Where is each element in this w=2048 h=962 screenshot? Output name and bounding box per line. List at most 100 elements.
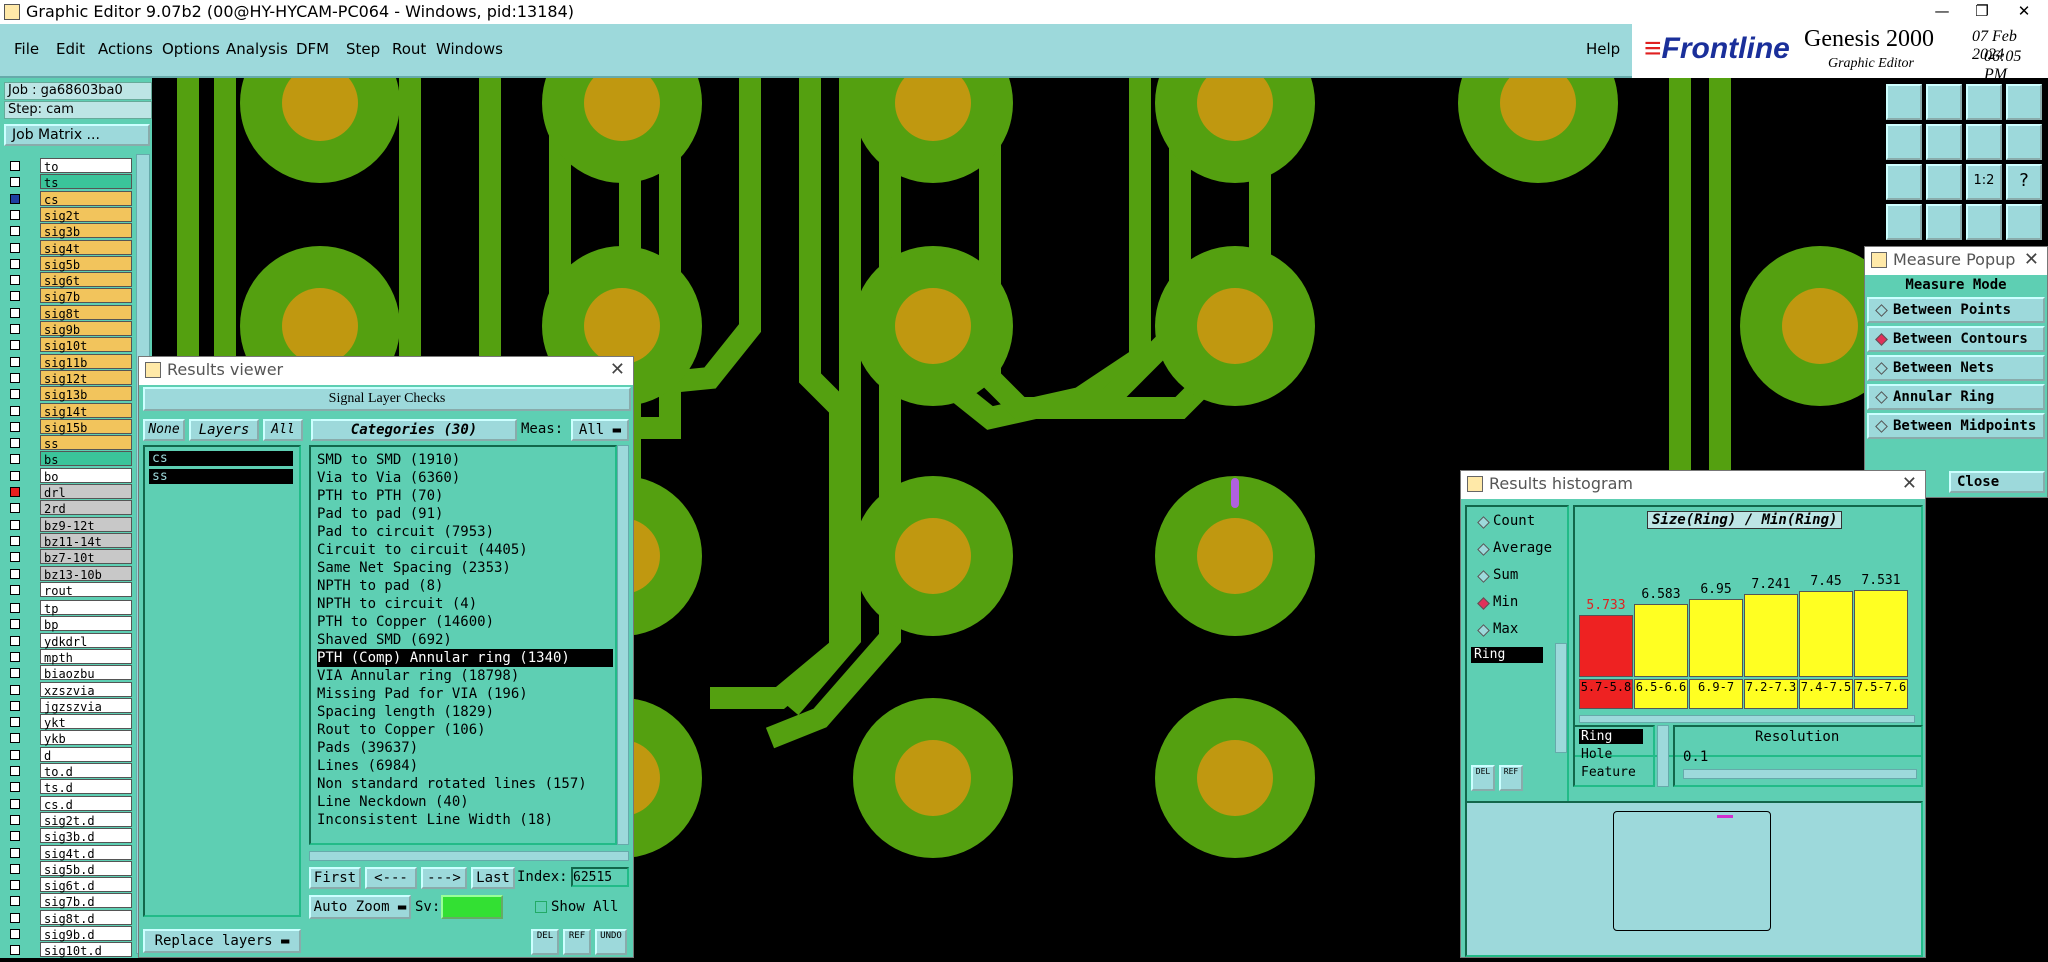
zoom-in-icon[interactable] <box>1926 84 1962 120</box>
layer-row[interactable]: bs <box>8 451 132 467</box>
measure-mode-option[interactable]: Between Contours <box>1867 326 2045 352</box>
layer-row[interactable]: sig10t.d <box>8 942 132 958</box>
layer-checkbox[interactable] <box>10 242 20 253</box>
meas-dropdown[interactable]: All ▬ <box>571 419 629 441</box>
layer-row[interactable]: biaozbu <box>8 665 132 681</box>
layer-checkbox[interactable] <box>10 535 20 546</box>
layer-checkbox[interactable] <box>10 929 20 939</box>
layer-checkbox[interactable] <box>10 749 20 760</box>
layer-checkbox[interactable] <box>10 584 20 595</box>
category-item[interactable]: Pads (39637) <box>317 739 418 757</box>
layer-row[interactable]: sig4t.d <box>8 844 132 861</box>
layer-checkbox[interactable] <box>10 356 20 367</box>
field-selected[interactable]: Ring <box>1471 647 1543 663</box>
category-item[interactable]: VIA Annular ring (18798) <box>317 667 519 685</box>
category-item[interactable]: Rout to Copper (106) <box>317 721 486 739</box>
layer-checkbox[interactable] <box>10 552 20 563</box>
layer-checkbox[interactable] <box>10 209 20 220</box>
menu-windows[interactable]: Windows <box>436 40 503 58</box>
category-item[interactable]: Pad to pad (91) <box>317 505 443 523</box>
layer-row[interactable]: sig5b.d <box>8 860 132 877</box>
attr-list[interactable]: Ring Hole Feature <box>1573 725 1655 787</box>
layer-checkbox[interactable] <box>10 503 20 514</box>
layer-checkbox[interactable] <box>10 863 20 874</box>
layer-checkbox[interactable] <box>10 340 20 351</box>
layers-button[interactable]: Layers <box>189 419 259 441</box>
maximize-button[interactable]: ❐ <box>1962 0 2002 24</box>
layer-checkbox[interactable] <box>10 405 20 416</box>
category-item[interactable]: Same Net Spacing (2353) <box>317 559 511 577</box>
layer-checkbox[interactable] <box>10 896 20 907</box>
layer-checkbox[interactable] <box>10 668 20 679</box>
layer-row[interactable]: mpth <box>8 648 132 665</box>
layer-checkbox[interactable] <box>10 635 20 646</box>
layer-checkbox[interactable] <box>10 421 20 432</box>
layer-row[interactable]: sig3b <box>8 223 132 239</box>
layer-row[interactable]: bz9-12t <box>8 516 132 533</box>
category-item[interactable]: Pad to circuit (7953) <box>317 523 494 541</box>
layer-checkbox[interactable] <box>10 847 20 858</box>
layer-row[interactable]: sig6t.d <box>8 877 132 893</box>
histogram-bar[interactable] <box>1634 604 1688 677</box>
layer-checkbox[interactable] <box>10 651 20 662</box>
categories-list[interactable]: SMD to SMD (1910) Via to Via (6360) PTH to… <box>309 445 617 845</box>
layer-checkbox[interactable] <box>10 226 20 237</box>
layer-row[interactable]: sig9b <box>8 321 132 337</box>
auto-zoom-dropdown[interactable]: Auto Zoom ▬ <box>309 895 411 919</box>
layer-checkbox[interactable] <box>10 603 20 613</box>
layer-checkbox[interactable] <box>10 307 20 318</box>
layer-checkbox[interactable] <box>10 324 20 334</box>
show-all-checkbox[interactable] <box>535 901 547 913</box>
histogram-bar[interactable] <box>1799 591 1853 677</box>
layer-row[interactable]: ss <box>8 435 132 451</box>
layer-row[interactable]: sig11b <box>8 353 132 370</box>
layer-row[interactable]: cs <box>8 190 132 207</box>
layer-checkbox[interactable] <box>10 389 20 400</box>
job-matrix-button[interactable]: Job Matrix ... <box>4 124 150 146</box>
category-item[interactable]: Circuit to circuit (4405) <box>317 541 528 559</box>
histogram-option[interactable]: Count <box>1477 513 1535 529</box>
layer-row[interactable]: bz11-14t <box>8 532 132 549</box>
fit-icon[interactable] <box>1886 164 1922 200</box>
layer-row[interactable]: to.d <box>8 763 132 779</box>
layer-row[interactable]: sig2t <box>8 206 132 223</box>
layer-row[interactable]: 2rd <box>8 500 132 516</box>
layer-row[interactable]: to <box>8 158 132 174</box>
layer-row[interactable]: bp <box>8 616 132 632</box>
menu-dfm[interactable]: DFM <box>296 40 329 58</box>
next-button[interactable]: ---> <box>421 867 467 889</box>
layer-row[interactable]: sig8t.d <box>8 909 132 926</box>
histogram-bar[interactable] <box>1689 599 1743 677</box>
category-item[interactable]: PTH (Comp) Annular ring (1340) <box>317 649 613 667</box>
field-scrollbar[interactable] <box>1555 643 1567 753</box>
layer-row[interactable]: ts <box>8 174 132 190</box>
attr-item[interactable]: Hole <box>1579 747 1612 762</box>
category-item[interactable]: Line Neckdown (40) <box>317 793 469 811</box>
result-layer-item[interactable]: ss <box>149 469 293 484</box>
menu-actions[interactable]: Actions <box>98 40 153 58</box>
redraw-icon[interactable] <box>2006 124 2042 160</box>
layer-row[interactable]: ts.d <box>8 779 132 795</box>
measure-mode-option[interactable]: Between Midpoints <box>1867 413 2045 439</box>
menu-options[interactable]: Options <box>162 40 220 58</box>
attr-scrollbar[interactable] <box>1657 725 1669 787</box>
category-item[interactable]: Inconsistent Line Width (18) <box>317 811 553 829</box>
zoom-home-icon[interactable] <box>1886 84 1922 120</box>
histogram-option[interactable]: Min <box>1477 594 1518 610</box>
home-icon[interactable] <box>1966 84 2002 120</box>
index-input[interactable] <box>571 867 629 887</box>
layer-checkbox[interactable] <box>10 454 20 465</box>
layer-checkbox[interactable] <box>10 717 20 728</box>
layer-checkbox[interactable] <box>10 258 20 269</box>
menu-file[interactable]: File <box>14 40 39 58</box>
layer-row[interactable]: ykb <box>8 730 132 746</box>
layer-row[interactable]: sig12t <box>8 369 132 386</box>
categories-button[interactable]: Categories (30) <box>311 419 517 441</box>
layer-row[interactable]: sig3b.d <box>8 828 132 844</box>
layer-row[interactable]: sig5b <box>8 255 132 272</box>
grid-icon[interactable] <box>1926 204 1962 240</box>
measure-icon[interactable] <box>1886 204 1922 240</box>
sv-color-dropdown[interactable] <box>441 895 503 919</box>
layer-row[interactable]: sig6t <box>8 272 132 288</box>
layer-checkbox[interactable] <box>10 487 20 497</box>
